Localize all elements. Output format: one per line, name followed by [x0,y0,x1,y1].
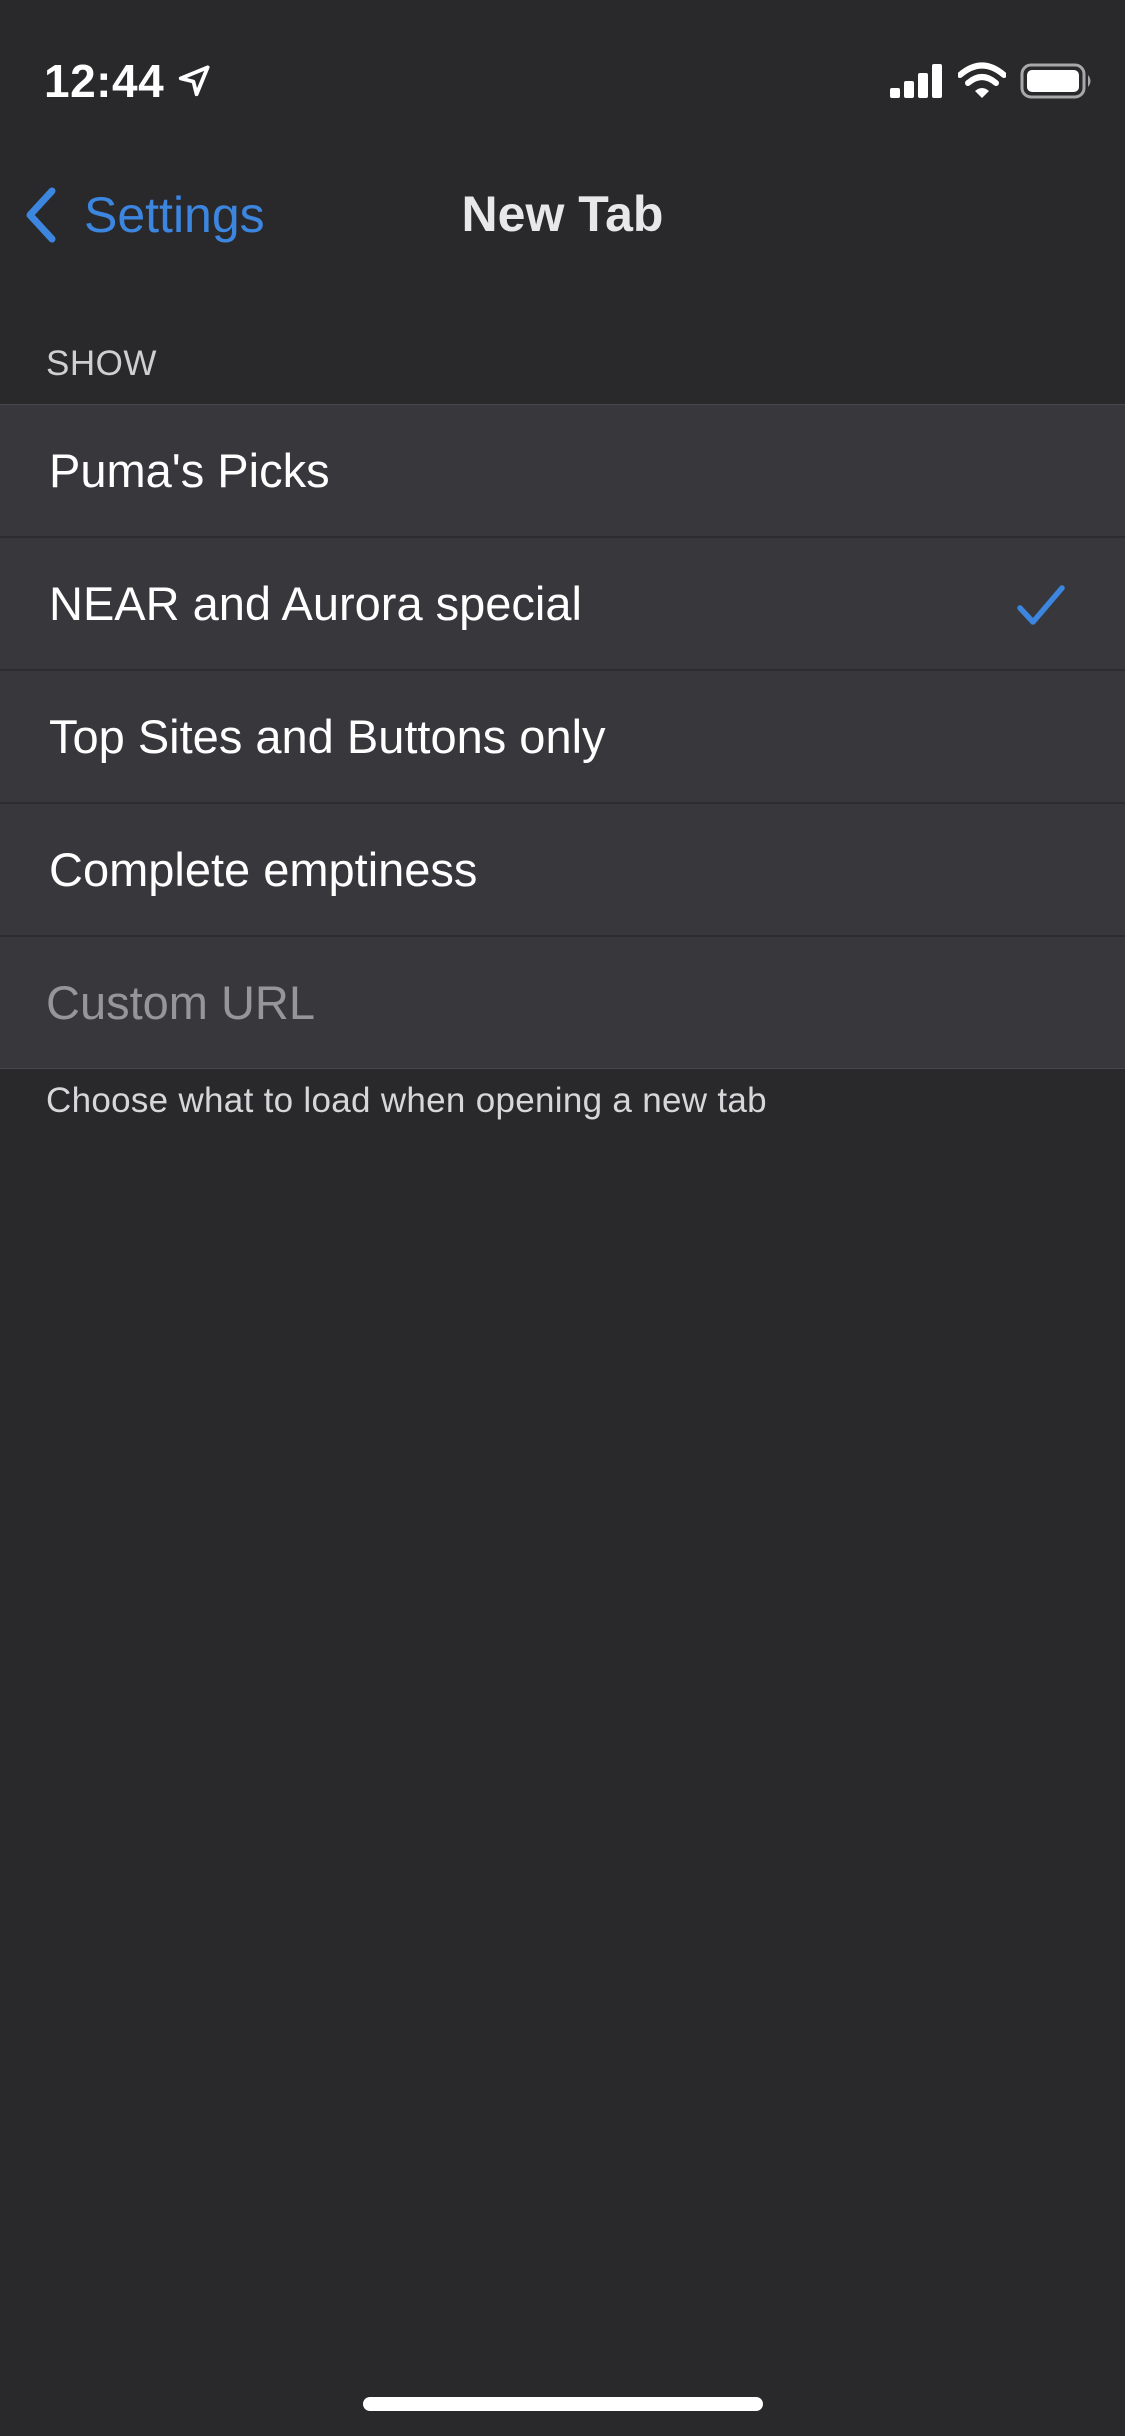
battery-icon [1020,63,1091,99]
option-label: Puma's Picks [49,444,330,497]
status-bar: 12:44 [0,0,1125,140]
wifi-icon [958,62,1006,98]
option-complete-emptiness[interactable]: Complete emptiness [0,804,1125,937]
option-near-aurora-special[interactable]: NEAR and Aurora special [0,538,1125,671]
cellular-signal-icon [890,64,942,98]
option-label: Top Sites and Buttons only [49,710,606,763]
custom-url-row[interactable] [0,937,1125,1068]
home-indicator[interactable] [363,2397,763,2411]
page-title: New Tab [461,186,664,242]
option-label: Complete emptiness [49,843,478,896]
checkmark-icon [1017,585,1065,625]
option-label: NEAR and Aurora special [49,577,582,630]
section-footer: Choose what to load when opening a new t… [46,1081,767,1120]
option-top-sites-buttons[interactable]: Top Sites and Buttons only [0,671,1125,804]
option-pumas-picks[interactable]: Puma's Picks [0,405,1125,538]
section-header: SHOW [46,344,157,383]
new-tab-options-list: Puma's Picks NEAR and Aurora special Top… [0,404,1125,1069]
location-arrow-icon [178,65,210,97]
status-time: 12:44 [44,55,165,107]
custom-url-input[interactable] [46,937,1086,1068]
